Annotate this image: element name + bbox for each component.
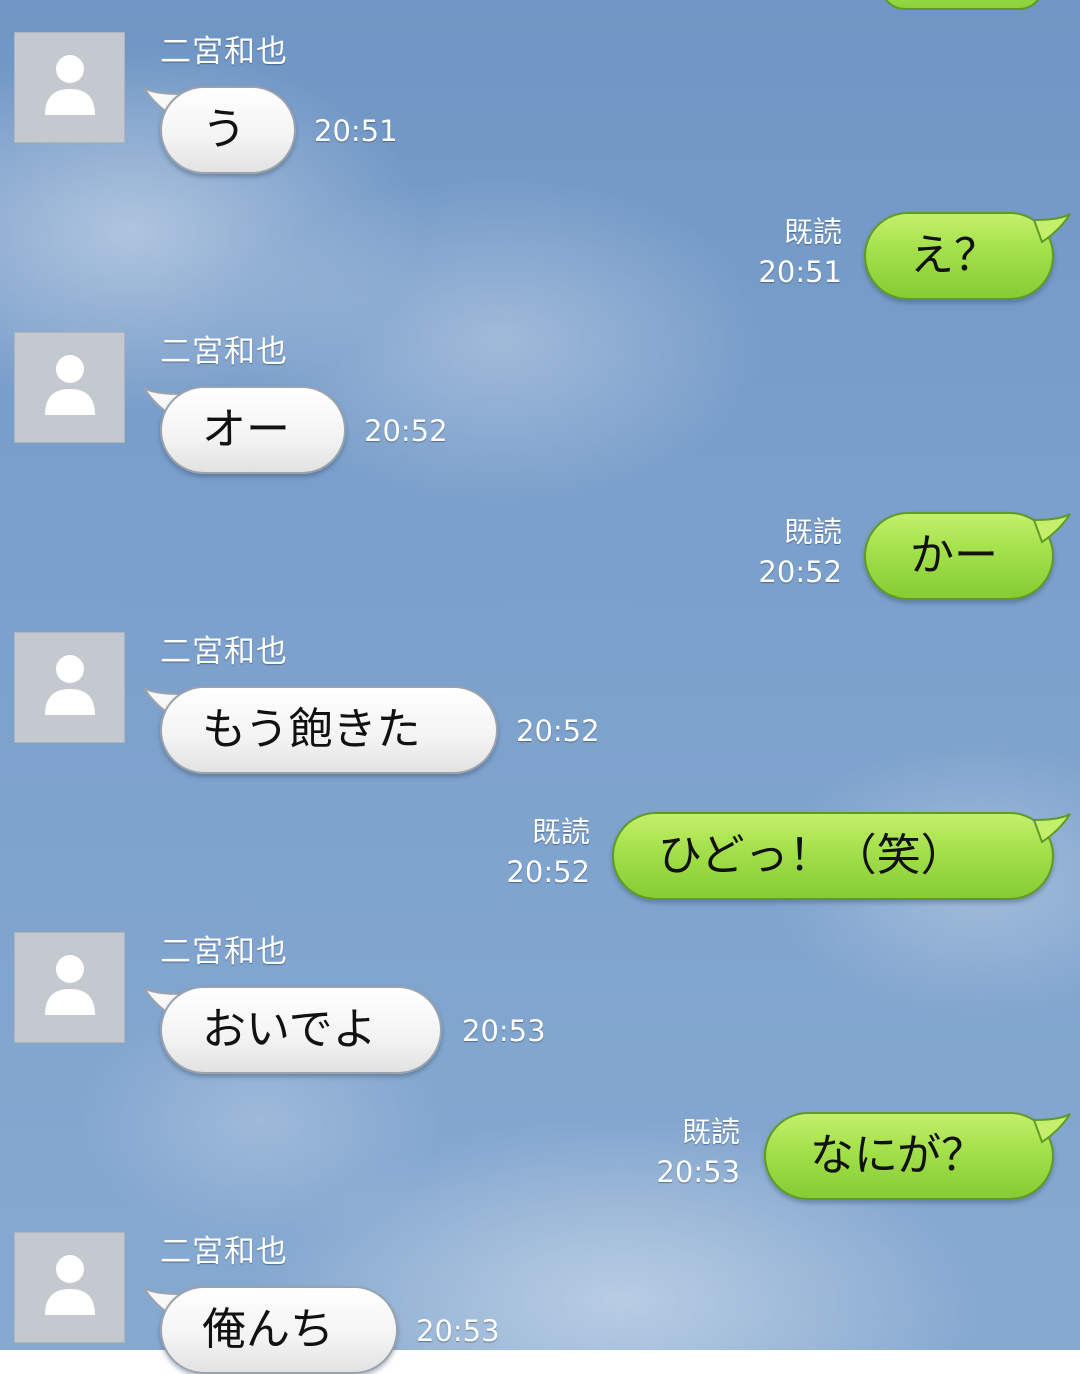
message-time: 20:51 (758, 255, 842, 289)
message-bubble-outgoing[interactable]: かー (864, 512, 1054, 600)
bubble-tail (1032, 213, 1071, 244)
bubble-tail (1032, 1113, 1071, 1144)
message-time: 20:53 (462, 1014, 546, 1048)
sender-name: 二宮和也 (160, 1234, 288, 1270)
person-silhouette-icon (45, 1255, 95, 1315)
bubble-tail (1032, 813, 1071, 844)
read-label: 既読 (783, 215, 842, 249)
sender-name: 二宮和也 (160, 634, 288, 670)
message-time: 20:52 (364, 414, 448, 448)
read-status: 既読 20:52 (506, 812, 590, 892)
message-bubble-incoming[interactable]: 俺んち (160, 1286, 398, 1374)
message-bubble-outgoing[interactable]: なにが？ (764, 1112, 1054, 1200)
message-time: 20:52 (758, 555, 842, 589)
read-label: 既読 (783, 515, 842, 549)
bubble-tail (1032, 513, 1071, 544)
message-bubble-outgoing[interactable]: え？ (864, 212, 1054, 300)
sender-name: 二宮和也 (160, 334, 288, 370)
sender-name: 二宮和也 (160, 34, 288, 70)
message-bubble-incoming[interactable]: う (160, 86, 296, 174)
sender-name: 二宮和也 (160, 934, 288, 970)
message-time: 20:52 (506, 855, 590, 889)
read-status: 既読 20:51 (758, 212, 842, 292)
message-time: 20:51 (314, 114, 398, 148)
message-bubble-incoming[interactable]: オー (160, 386, 346, 474)
read-status: 既読 20:52 (758, 512, 842, 592)
sender-avatar[interactable] (14, 32, 125, 143)
sender-avatar[interactable] (14, 632, 125, 743)
read-label: 既読 (531, 815, 590, 849)
sender-avatar[interactable] (14, 1232, 125, 1343)
message-bubble-incoming[interactable]: おいでよ (160, 986, 442, 1074)
person-silhouette-icon (45, 355, 95, 415)
read-status: 既読 20:53 (656, 1112, 740, 1192)
message-bubble-outgoing[interactable]: ひどっ！（笑） (612, 812, 1054, 900)
sender-avatar[interactable] (14, 332, 125, 443)
message-time: 20:53 (656, 1155, 740, 1189)
message-time: 20:53 (416, 1314, 500, 1348)
person-silhouette-icon (45, 655, 95, 715)
cropped-outgoing-bubble[interactable] (880, 0, 1044, 10)
read-label: 既読 (681, 1115, 740, 1149)
person-silhouette-icon (45, 955, 95, 1015)
message-bubble-incoming[interactable]: もう飽きた (160, 686, 498, 774)
message-time: 20:52 (516, 714, 600, 748)
person-silhouette-icon (45, 55, 95, 115)
sender-avatar[interactable] (14, 932, 125, 1043)
